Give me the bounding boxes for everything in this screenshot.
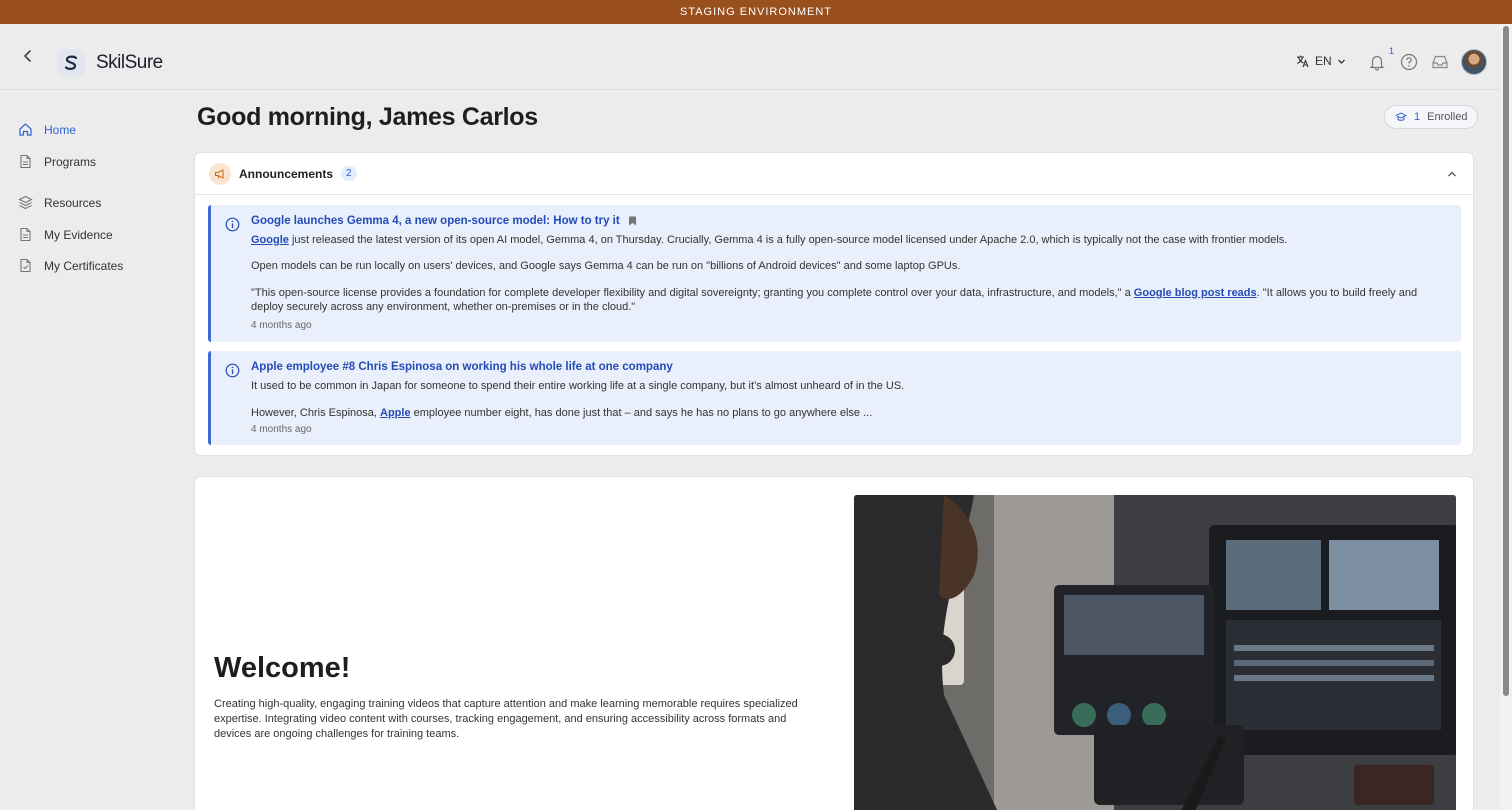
document-icon — [20, 154, 31, 169]
sidebar-item-label: Resources — [44, 195, 102, 210]
top-bar: SkilSure EN 1 — [0, 24, 1500, 90]
announcement-item: Apple employee #8 Chris Espinosa on work… — [208, 351, 1461, 445]
sidebar-item-home[interactable]: Home — [18, 122, 76, 137]
sidebar-item-label: Programs — [44, 154, 97, 169]
sidebar-item-label: My Evidence — [44, 227, 113, 242]
notification-count: 1 — [1389, 46, 1395, 56]
back-arrow-icon[interactable] — [18, 46, 38, 66]
user-avatar[interactable] — [1461, 49, 1487, 75]
enrolled-badge[interactable]: 1 Enrolled — [1384, 105, 1479, 129]
chevron-down-icon — [1337, 59, 1345, 64]
announcement-paragraph: It used to be common in Japan for someon… — [251, 380, 905, 392]
announcements-card: Announcements 2 Google launches Gemma 4,… — [194, 152, 1474, 456]
page-title: Good morning, James Carlos — [197, 103, 538, 131]
brand-name[interactable]: SkilSure — [96, 52, 163, 74]
language-selector[interactable]: EN — [1296, 54, 1346, 68]
sidebar-item-programs[interactable]: Programs — [18, 154, 96, 169]
sidebar-item-my-evidence[interactable]: My Evidence — [18, 227, 113, 242]
google-blog-link[interactable]: Google blog post reads — [1134, 287, 1257, 299]
hero-image — [854, 495, 1456, 810]
welcome-title: Welcome! — [214, 652, 351, 684]
announcement-paragraph: "This open-source license provides a fou… — [251, 286, 1451, 314]
announcement-paragraph: Open models can be run locally on users'… — [251, 260, 961, 272]
announcement-title[interactable]: Google launches Gemma 4, a new open-sour… — [251, 215, 637, 227]
announcement-title-text: Google launches Gemma 4, a new open-sour… — [251, 215, 620, 227]
welcome-text: Creating high-quality, engaging training… — [214, 698, 798, 740]
announcement-paragraph: However, Chris Espinosa, Apple employee … — [251, 406, 1451, 420]
announcements-title: Announcements — [239, 166, 334, 181]
announcements-header[interactable]: Announcements 2 — [195, 153, 1473, 195]
announcement-time: 4 months ago — [251, 320, 312, 331]
enrolled-label: Enrolled — [1427, 111, 1468, 123]
scrollbar-thumb[interactable] — [1503, 26, 1509, 696]
sidebar-item-resources[interactable]: Resources — [18, 195, 101, 210]
megaphone-icon — [209, 162, 231, 185]
translate-icon — [1297, 55, 1309, 68]
logo-icon[interactable] — [57, 49, 85, 77]
google-link[interactable]: Google — [251, 234, 289, 246]
paragraph-text: employee number eight, has done just tha… — [410, 407, 873, 419]
chevron-up-icon[interactable] — [1445, 167, 1459, 181]
inbox-icon[interactable] — [1431, 53, 1449, 71]
sidebar-item-label: My Certificates — [44, 258, 124, 273]
bookmark-icon[interactable] — [628, 216, 637, 226]
layers-icon — [18, 195, 33, 210]
language-label: EN — [1315, 54, 1332, 68]
paragraph-text: "This open-source license provides a fou… — [251, 287, 1134, 299]
welcome-card: Welcome! Creating high-quality, engaging… — [194, 476, 1474, 810]
announcement-title-text: Apple employee #8 Chris Espinosa on work… — [251, 361, 673, 373]
enrolled-count: 1 — [1414, 111, 1421, 123]
document-icon — [20, 227, 31, 242]
scrollbar[interactable] — [1500, 24, 1512, 810]
announcements-count: 2 — [341, 166, 357, 181]
bell-icon[interactable] — [1368, 53, 1386, 71]
graduation-cap-icon — [1395, 112, 1407, 121]
announcement-item: Google launches Gemma 4, a new open-sour… — [208, 205, 1461, 342]
certificate-icon — [20, 258, 31, 273]
info-icon — [225, 217, 240, 232]
paragraph-text: However, Chris Espinosa, — [251, 407, 380, 419]
help-icon[interactable] — [1400, 53, 1418, 71]
announcement-paragraph: Google just released the latest version … — [251, 233, 1451, 247]
announcement-title[interactable]: Apple employee #8 Chris Espinosa on work… — [251, 361, 673, 373]
staging-banner: STAGING ENVIRONMENT — [0, 0, 1512, 24]
apple-link[interactable]: Apple — [380, 407, 411, 419]
info-icon — [225, 363, 240, 378]
home-icon — [19, 123, 32, 136]
sidebar-item-my-certificates[interactable]: My Certificates — [18, 258, 123, 273]
sidebar-item-label: Home — [44, 122, 77, 137]
paragraph-text: just released the latest version of its … — [288, 234, 1288, 246]
announcement-time: 4 months ago — [251, 424, 312, 435]
